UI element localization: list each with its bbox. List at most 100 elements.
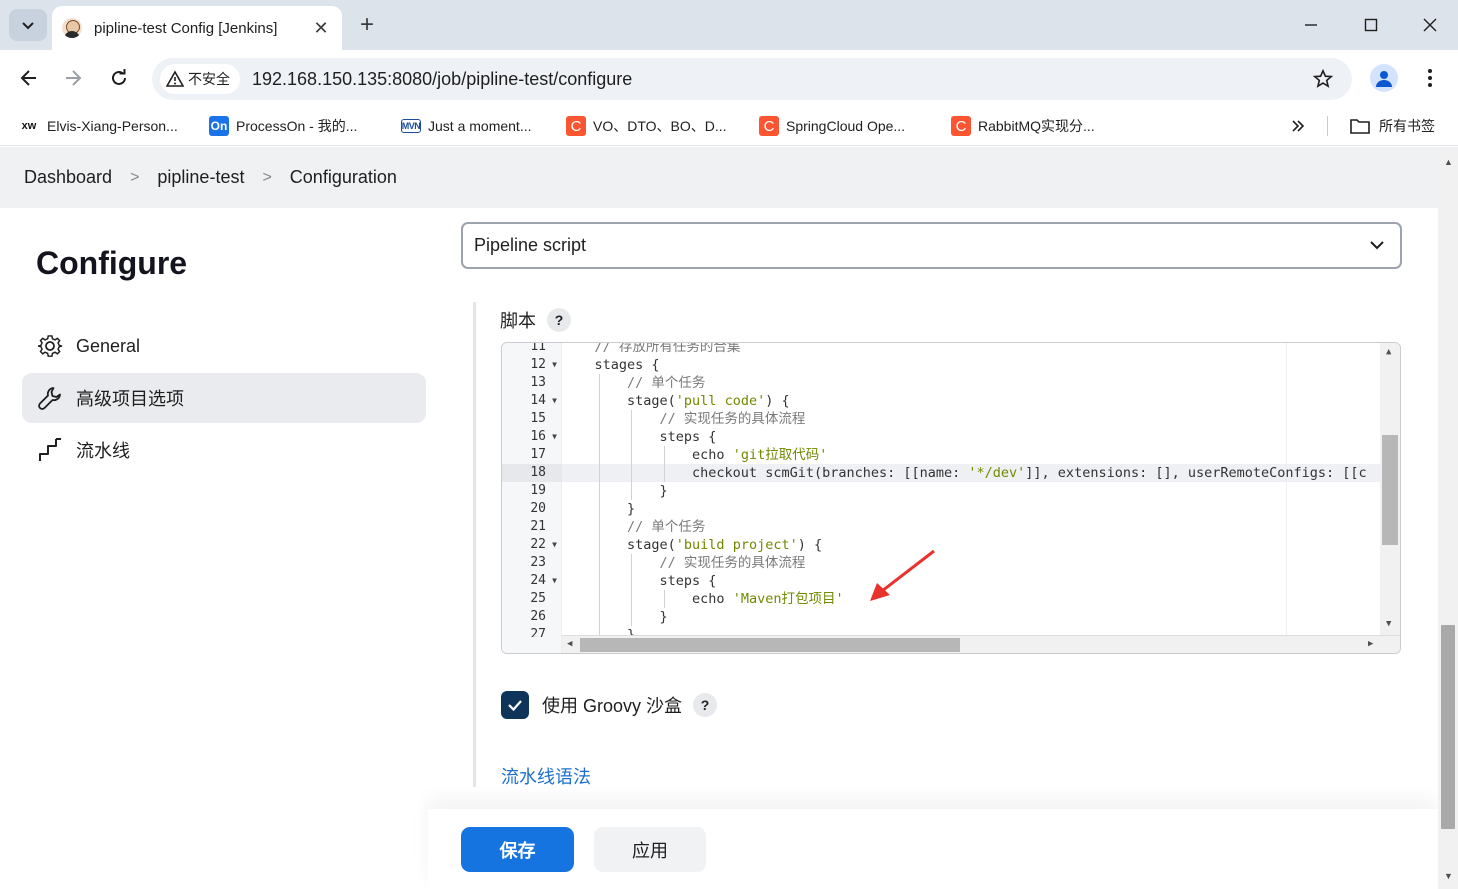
editor-vertical-scroll-thumb[interactable] [1382,435,1398,545]
bookmark-label: SpringCloud Ope... [786,118,906,134]
bookmark-item[interactable]: C VO、DTO、BO、D... [566,115,727,137]
browser-menu-button[interactable] [1420,64,1440,92]
sidebar-item-general[interactable]: General [22,321,426,371]
line-number: 18 [502,464,562,482]
chevron-right-icon: > [262,168,272,186]
line-number-text: 11 [530,343,546,354]
scroll-up-icon[interactable]: ▲ [1386,347,1391,357]
script-label: 脚本 [500,311,536,331]
bookmark-item[interactable]: C SpringCloud Ope... [759,115,905,137]
sidebar-item-advanced[interactable]: 高级项目选项 [22,373,426,423]
bookmark-item[interactable]: MVN Just a moment... [401,115,531,137]
sidebar-item-label: 流水线 [76,441,130,461]
indent-guide [663,590,665,608]
browser-tab[interactable]: pipline-test Config [Jenkins] ✕ [52,6,342,50]
close-window-button[interactable] [1410,10,1450,40]
new-tab-button[interactable]: + [354,12,380,38]
code-line: } [562,483,668,499]
save-button[interactable]: 保存 [461,827,574,872]
editor-horizontal-scrollbar[interactable]: ◀ ▶ [562,635,1400,653]
minimize-button[interactable] [1291,10,1331,40]
sandbox-help-button[interactable]: ? [693,693,718,717]
profile-avatar[interactable] [1370,64,1398,92]
forward-button[interactable] [59,64,87,92]
fold-toggle-icon[interactable]: ▼ [552,356,557,374]
maximize-button[interactable] [1351,10,1391,40]
code-line: // 单个任务 [627,375,706,391]
indent-guide [599,590,601,608]
security-label: 不安全 [188,71,230,87]
tab-title: pipline-test Config [Jenkins] [94,19,278,37]
editor-horizontal-scroll-thumb[interactable] [580,638,960,652]
groovy-sandbox-checkbox[interactable] [501,691,529,719]
line-number-text: 20 [530,501,546,516]
bookmark-label: VO、DTO、BO、D... [593,118,727,134]
jenkins-page: Dashboard > pipline-test > Configuration… [0,147,1438,889]
line-number: 16 ▼ [502,428,562,446]
scroll-down-icon[interactable]: ▼ [1386,619,1391,629]
fold-toggle-icon[interactable]: ▼ [552,536,557,554]
bookmark-item[interactable]: xw Elvis-Xiang-Person... [18,115,178,137]
url-text[interactable]: 192.168.150.135:8080/job/pipline-test/co… [252,69,1308,90]
bookmark-item[interactable]: C RabbitMQ实现分... [951,115,1095,137]
xw-icon: xw [21,120,37,132]
breadcrumb-dashboard[interactable]: Dashboard [24,167,112,188]
bookmark-star-button[interactable] [1308,64,1338,94]
definition-select-value: Pipeline script [474,235,587,255]
script-editor[interactable]: 11 12 ▼ 13 14 ▼ 15 16 ▼ 17 18 19 20 21 22 ▼ 23 24 ▼ 25 26 27 2… [501,342,1401,654]
scroll-right-icon[interactable]: ▶ [1368,639,1373,649]
check-icon [508,700,522,712]
definition-select[interactable]: Pipeline script [461,222,1402,269]
indent-guide [599,410,601,428]
scroll-up-icon[interactable]: ▲ [1444,157,1453,167]
groovy-sandbox-label[interactable]: 使用 Groovy 沙盒 [542,692,682,718]
csdn-icon: C [951,116,971,136]
back-button[interactable] [15,64,43,92]
sidebar-item-pipeline[interactable]: 流水线 [22,425,426,475]
scroll-down-icon[interactable]: ▼ [1444,871,1453,881]
fold-toggle-icon[interactable]: ▼ [552,572,557,590]
tab-search-button[interactable] [9,9,47,41]
scroll-left-icon[interactable]: ◀ [567,639,572,649]
indent-guide [663,464,665,482]
reload-button[interactable] [105,64,133,92]
fold-toggle-icon[interactable]: ▼ [552,428,557,446]
address-bar[interactable]: 不安全 192.168.150.135:8080/job/pipline-tes… [152,58,1352,100]
page-vertical-scrollbar[interactable]: ▲ ▼ [1438,147,1458,889]
more-bookmarks-button[interactable] [1290,115,1306,137]
script-help-button[interactable]: ? [547,308,571,332]
bookmark-label: RabbitMQ实现分... [978,118,1095,134]
sidebar-item-label: General [76,335,141,356]
breadcrumb-configuration[interactable]: Configuration [290,167,397,188]
editor-code-area[interactable]: // 存放所有任务的合集 stages { // 单个任务 stage('pul… [562,343,1382,637]
line-number: 22 ▼ [502,536,562,554]
code-line: checkout scmGit(branches: [[name: '*/dev… [562,464,1382,482]
indent-guide [599,392,601,410]
indent-guide [599,572,601,590]
indent-guide [631,554,633,572]
line-number: 20 [502,500,562,518]
line-number-text: 19 [530,483,546,498]
line-number: 24 ▼ [502,572,562,590]
apply-button[interactable]: 应用 [594,827,706,872]
editor-vertical-scrollbar[interactable]: ▲ ▼ [1380,343,1400,637]
mvn-icon: MVN [401,119,421,133]
browser-toolbar: 不安全 192.168.150.135:8080/job/pipline-tes… [0,50,1458,106]
code-line: stage('pull code') { [562,393,790,409]
line-number-text: 24 [530,573,546,588]
page-scroll-thumb[interactable] [1441,625,1455,829]
indent-guide [631,428,633,446]
indent-guide [631,482,633,500]
bookmark-item[interactable]: On ProcessOn - 我的... [209,115,357,137]
indent-guide [631,446,633,464]
code-line: // 单个任务 [627,519,706,535]
chevron-down-icon [1370,241,1384,250]
security-chip[interactable]: 不安全 [160,64,240,94]
pipeline-syntax-link[interactable]: 流水线语法 [501,763,591,789]
all-bookmarks-button[interactable]: 所有书签 [1349,115,1435,137]
tab-close-icon[interactable]: ✕ [310,18,332,39]
fold-toggle-icon[interactable]: ▼ [552,392,557,410]
line-number: 17 [502,446,562,464]
breadcrumb-job[interactable]: pipline-test [157,167,244,188]
line-number-text: 18 [530,465,546,480]
